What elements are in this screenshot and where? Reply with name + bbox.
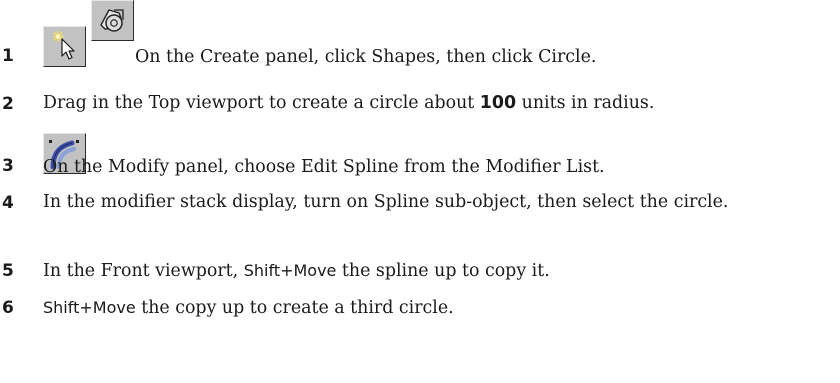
step-text: Drag in the Top viewport to create a cir…: [43, 92, 838, 115]
step-5: 5 In the Front viewport, Shift+Move the …: [0, 255, 840, 285]
step-number: 1: [2, 46, 14, 66]
step-text: Shift+Move the copy up to create a third…: [43, 296, 838, 320]
step-number: 4: [2, 193, 14, 213]
step-text-part: the copy up to create a third circle.: [135, 298, 454, 318]
step-number: 6: [2, 298, 14, 318]
step-number: 2: [2, 94, 14, 114]
step-6: 6 Shift+Move the copy up to create a thi…: [0, 292, 840, 322]
step-text-part: units in radius.: [516, 93, 655, 113]
shortcut-text: Shift+Move: [243, 261, 337, 280]
step-number: 3: [2, 156, 14, 176]
step-text-part: the spline up to copy it.: [336, 261, 550, 281]
step-2: 2 Drag in the Top viewport to create a c…: [0, 88, 840, 118]
step-text: In the modifier stack display, turn on S…: [43, 192, 729, 212]
shapes-icon[interactable]: [91, 0, 134, 41]
step-text: On the Modify panel, choose Edit Spline …: [43, 157, 605, 177]
step-3: 3 On the Modify panel, choose Edit Splin…: [0, 120, 840, 180]
step-text-part: Drag in the Top viewport to create a cir…: [43, 93, 480, 113]
select-arrow-icon[interactable]: [43, 26, 86, 67]
step-number: 5: [2, 261, 14, 281]
step-text: On the Create panel, click Shapes, then …: [135, 47, 597, 67]
step-1: 1 On the Create panel, click Shapes, the…: [0, 0, 840, 80]
radius-value: 100: [479, 93, 517, 113]
step-text-part: In the Front viewport,: [43, 261, 244, 281]
shortcut-text: Shift+Move: [43, 298, 136, 317]
step-text: In the Front viewport, Shift+Move the sp…: [43, 259, 838, 283]
step-4: 4 In the modifier stack display, turn on…: [0, 187, 840, 243]
